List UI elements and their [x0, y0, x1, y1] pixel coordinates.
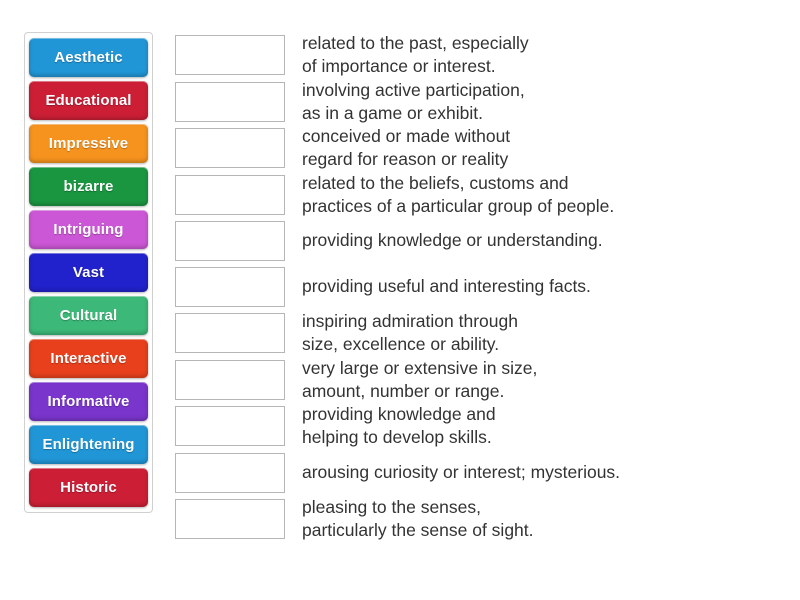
match-row: pleasing to the senses, particularly the… — [175, 496, 800, 543]
word-tile[interactable]: Impressive — [29, 124, 148, 163]
match-row: providing knowledge and helping to devel… — [175, 403, 800, 450]
answer-dropzone[interactable] — [175, 128, 285, 169]
answer-dropzone[interactable] — [175, 174, 285, 215]
answer-dropzone[interactable] — [175, 452, 285, 493]
definition-text: pleasing to the senses, particularly the… — [302, 496, 534, 540]
word-tile[interactable]: Historic — [29, 468, 148, 507]
match-row: conceived or made without regard for rea… — [175, 125, 800, 172]
definition-text: providing knowledge and helping to devel… — [302, 404, 496, 448]
answer-dropzone[interactable] — [175, 359, 285, 400]
answer-dropzone[interactable] — [175, 221, 285, 262]
definition-rows: related to the past, especially of impor… — [175, 32, 800, 542]
word-tile[interactable]: Informative — [29, 382, 148, 421]
answer-dropzone[interactable] — [175, 498, 285, 539]
answer-dropzone[interactable] — [175, 35, 285, 76]
answer-dropzone[interactable] — [175, 267, 285, 308]
word-tiles-panel: Aesthetic Educational Impressive bizarre Int… — [24, 32, 153, 513]
word-tile[interactable]: Aesthetic — [29, 38, 148, 77]
match-row: related to the past, especially of impor… — [175, 32, 800, 79]
match-row: related to the beliefs, customs and prac… — [175, 172, 800, 219]
definition-text: involving active participation, as in a … — [302, 79, 525, 123]
word-tile[interactable]: Vast — [29, 253, 148, 292]
definition-text: providing knowledge or understanding. — [302, 230, 603, 251]
answer-dropzone[interactable] — [175, 406, 285, 447]
definition-text: related to the past, especially of impor… — [302, 33, 529, 77]
match-row: providing knowledge or understanding. — [175, 218, 800, 264]
word-tile[interactable]: Cultural — [29, 296, 148, 335]
answer-dropzone[interactable] — [175, 81, 285, 122]
match-row: very large or extensive in size, amount,… — [175, 357, 800, 404]
word-tile[interactable]: Enlightening — [29, 425, 148, 464]
definition-text: inspiring admiration through size, excel… — [302, 311, 518, 355]
match-row: arousing curiosity or interest; mysterio… — [175, 450, 800, 496]
definition-text: providing useful and interesting facts. — [302, 276, 591, 297]
definition-text: related to the beliefs, customs and prac… — [302, 172, 615, 216]
word-tile[interactable]: Interactive — [29, 339, 148, 378]
definition-text: conceived or made without regard for rea… — [302, 126, 511, 170]
match-row: involving active participation, as in a … — [175, 79, 800, 126]
word-tile[interactable]: bizarre — [29, 167, 148, 206]
match-row: providing useful and interesting facts. — [175, 264, 800, 310]
match-row: inspiring admiration through size, excel… — [175, 310, 800, 357]
word-tile[interactable]: Educational — [29, 81, 148, 120]
match-up-activity: Aesthetic Educational Impressive bizarre Int… — [0, 0, 800, 600]
word-tile[interactable]: Intriguing — [29, 210, 148, 249]
answer-dropzone[interactable] — [175, 313, 285, 354]
definition-text: very large or extensive in size, amount,… — [302, 357, 538, 401]
definition-text: arousing curiosity or interest; mysterio… — [302, 462, 621, 483]
